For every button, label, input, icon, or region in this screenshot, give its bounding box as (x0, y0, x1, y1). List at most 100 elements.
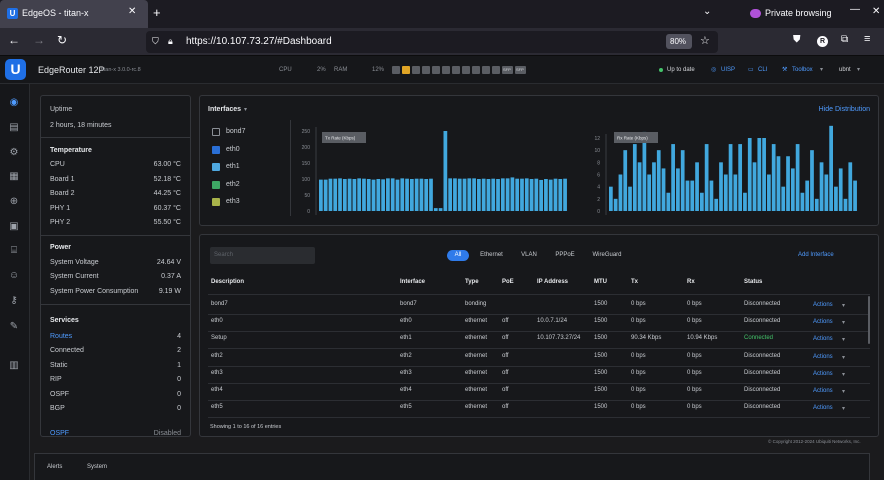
chart-bar[interactable] (539, 179, 543, 211)
system-tab[interactable]: System (87, 464, 107, 470)
chart-bar[interactable] (433, 208, 438, 211)
chart-bar[interactable] (838, 168, 843, 211)
chart-bar[interactable] (676, 168, 680, 211)
col-status[interactable]: Status (744, 279, 762, 285)
chart-bar[interactable] (666, 192, 671, 211)
chart-bar[interactable] (757, 138, 762, 211)
chart-bar[interactable] (477, 179, 481, 211)
chart-bar[interactable] (680, 150, 685, 211)
chart-bar[interactable] (520, 178, 524, 211)
chart-bar[interactable] (457, 178, 462, 211)
col-poe[interactable]: PoE (502, 279, 514, 285)
chart-bar[interactable] (362, 178, 366, 211)
chart-bar[interactable] (352, 179, 357, 211)
chart-bar[interactable] (728, 144, 733, 211)
alerts-tab[interactable]: Alerts (47, 464, 62, 470)
chart-bar[interactable] (381, 179, 385, 211)
chart-bar[interactable] (405, 178, 409, 211)
chart-bar[interactable] (824, 174, 829, 212)
chart-bar[interactable] (338, 178, 342, 211)
chart-bar[interactable] (695, 162, 699, 211)
chart-bar[interactable] (505, 178, 510, 211)
row-actions-button[interactable]: Actions (813, 388, 833, 394)
chart-bar[interactable] (366, 179, 371, 211)
chart-bar[interactable] (805, 180, 810, 211)
chart-bar[interactable] (319, 179, 323, 211)
chart-bar[interactable] (548, 179, 553, 211)
chart-bar[interactable] (467, 178, 472, 211)
row-actions-button[interactable]: Actions (813, 354, 833, 360)
filter-wireguard[interactable]: WireGuard (587, 250, 627, 261)
chart-bar[interactable] (500, 178, 505, 211)
chart-bar[interactable] (386, 178, 390, 211)
chart-bar[interactable] (342, 179, 347, 211)
chart-bar[interactable] (814, 198, 819, 211)
chart-bar[interactable] (819, 162, 824, 211)
chart-bar[interactable] (443, 131, 448, 211)
chart-bar[interactable] (481, 178, 486, 211)
col-description[interactable]: Description (211, 279, 244, 285)
chart-bar[interactable] (719, 162, 723, 211)
chart-bar[interactable] (637, 162, 642, 211)
row-actions-button[interactable]: Actions (813, 336, 833, 342)
chart-bar[interactable] (419, 178, 424, 211)
chart-bar[interactable] (628, 186, 632, 211)
chart-bar[interactable] (486, 179, 491, 211)
chart-bar[interactable] (771, 144, 776, 211)
chart-bar[interactable] (409, 179, 414, 211)
chart-bar[interactable] (810, 150, 814, 211)
filter-vlan[interactable]: VLAN (515, 250, 543, 261)
chart-bar[interactable] (709, 180, 714, 211)
filter-all[interactable]: All (447, 250, 469, 261)
chart-bar[interactable] (496, 179, 500, 211)
chart-bar[interactable] (652, 162, 656, 211)
chart-bar[interactable] (738, 144, 743, 211)
chart-bar[interactable] (328, 178, 333, 211)
chart-bar[interactable] (843, 198, 848, 211)
chart-bar[interactable] (333, 178, 338, 211)
chart-bar[interactable] (853, 180, 857, 211)
chart-bar[interactable] (390, 178, 395, 211)
chart-bar[interactable] (752, 162, 757, 211)
chart-bar[interactable] (786, 156, 790, 211)
table-scrollbar[interactable] (868, 296, 870, 344)
chart-bar[interactable] (671, 144, 675, 211)
chart-bar[interactable] (776, 156, 781, 211)
add-interface-link[interactable]: Add Interface (798, 252, 834, 258)
chart-bar[interactable] (462, 178, 467, 211)
chart-bar[interactable] (790, 168, 795, 211)
chart-bar[interactable] (762, 138, 766, 211)
row-actions-button[interactable]: Actions (813, 319, 833, 325)
chart-bar[interactable] (647, 174, 652, 212)
chart-bar[interactable] (553, 178, 558, 211)
chart-bar[interactable] (491, 178, 496, 211)
chart-bar[interactable] (400, 178, 405, 211)
col-type[interactable]: Type (465, 279, 479, 285)
chart-bar[interactable] (371, 179, 376, 211)
chart-bar[interactable] (781, 186, 786, 211)
col-rx[interactable]: Rx (687, 279, 695, 285)
chart-bar[interactable] (656, 150, 661, 211)
chart-bar[interactable] (704, 144, 709, 211)
chart-bar[interactable] (714, 198, 719, 211)
col-ip-address[interactable]: IP Address (537, 279, 568, 285)
filter-ethernet[interactable]: Ethernet (475, 250, 508, 261)
row-actions-button[interactable]: Actions (813, 302, 833, 308)
chart-bar[interactable] (515, 178, 520, 211)
chart-bar[interactable] (558, 179, 563, 211)
chart-bar[interactable] (544, 179, 548, 211)
chart-bar[interactable] (424, 179, 429, 211)
row-actions-button[interactable]: Actions (813, 405, 833, 411)
chart-bar[interactable] (613, 198, 618, 211)
chart-bar[interactable] (632, 144, 637, 211)
chart-bar[interactable] (529, 179, 534, 211)
col-mtu[interactable]: MTU (594, 279, 607, 285)
chart-bar[interactable] (795, 144, 800, 211)
chart-bar[interactable] (472, 178, 476, 211)
search-input[interactable]: Search (210, 247, 315, 264)
col-interface[interactable]: Interface (400, 279, 425, 285)
row-actions-button[interactable]: Actions (813, 371, 833, 377)
chart-bar[interactable] (510, 177, 515, 211)
chart-bar[interactable] (623, 150, 628, 211)
chart-bar[interactable] (661, 168, 666, 211)
